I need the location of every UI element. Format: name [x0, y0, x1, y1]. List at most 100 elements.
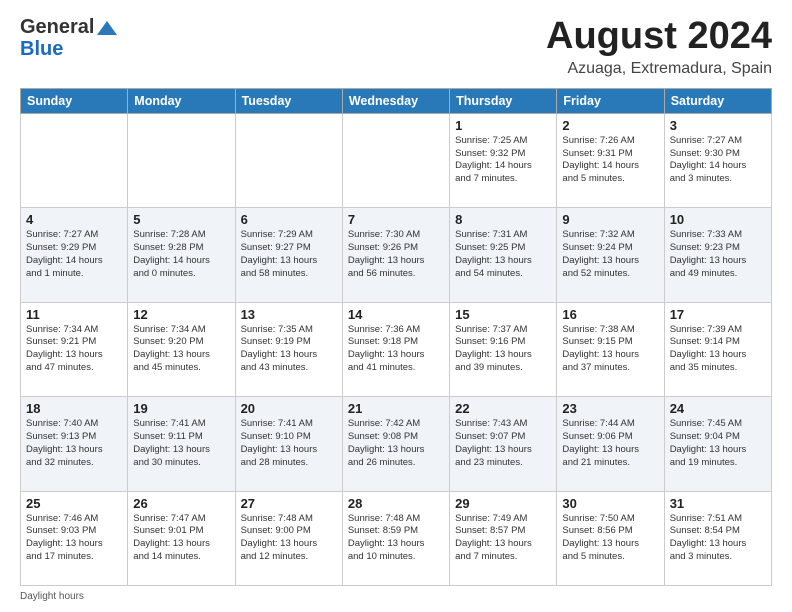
calendar-cell: 31Sunrise: 7:51 AM Sunset: 8:54 PM Dayli…	[664, 491, 771, 585]
calendar-cell: 17Sunrise: 7:39 AM Sunset: 9:14 PM Dayli…	[664, 302, 771, 396]
calendar-cell: 21Sunrise: 7:42 AM Sunset: 9:08 PM Dayli…	[342, 397, 449, 491]
day-info: Sunrise: 7:25 AM Sunset: 9:32 PM Dayligh…	[455, 135, 551, 186]
calendar-cell	[21, 113, 128, 207]
calendar-cell: 5 Sunrise: 7:28 AM Sunset: 9:28 PM Daylig…	[128, 208, 235, 302]
day-number: 20	[241, 401, 337, 416]
day-info: Sunrise: 7:43 AM Sunset: 9:07 PM Dayligh…	[455, 418, 551, 469]
calendar-cell: 10 Sunrise: 7:33 AM Sunset: 9:23 PM Dayli…	[664, 208, 771, 302]
calendar-cell: 4 Sunrise: 7:27 AM Sunset: 9:29 PM Daylig…	[21, 208, 128, 302]
calendar-cell: 15Sunrise: 7:37 AM Sunset: 9:16 PM Dayli…	[450, 302, 557, 396]
calendar-cell: 18 Sunrise: 7:40 AM Sunset: 9:13 PM Dayli…	[21, 397, 128, 491]
calendar-cell: 3 Sunrise: 7:27 AM Sunset: 9:30 PM Daylig…	[664, 113, 771, 207]
calendar-week-row: 25Sunrise: 7:46 AM Sunset: 9:03 PM Dayli…	[21, 491, 772, 585]
day-number: 30	[562, 496, 658, 511]
calendar-cell: 28Sunrise: 7:48 AM Sunset: 8:59 PM Dayli…	[342, 491, 449, 585]
day-info: Sunrise: 7:35 AM Sunset: 9:19 PM Dayligh…	[241, 324, 337, 375]
day-info: Sunrise: 7:44 AM Sunset: 9:06 PM Dayligh…	[562, 418, 658, 469]
day-number: 11	[26, 307, 122, 322]
day-number: 28	[348, 496, 444, 511]
calendar-cell: 23 Sunrise: 7:44 AM Sunset: 9:06 PM Dayli…	[557, 397, 664, 491]
day-number: 14	[348, 307, 444, 322]
day-info: Sunrise: 7:29 AM Sunset: 9:27 PM Dayligh…	[241, 229, 337, 280]
calendar-cell: 22 Sunrise: 7:43 AM Sunset: 9:07 PM Dayli…	[450, 397, 557, 491]
calendar-cell: 1 Sunrise: 7:25 AM Sunset: 9:32 PM Daylig…	[450, 113, 557, 207]
calendar-cell: 20 Sunrise: 7:41 AM Sunset: 9:10 PM Dayli…	[235, 397, 342, 491]
day-info: Sunrise: 7:46 AM Sunset: 9:03 PM Dayligh…	[26, 513, 122, 564]
header: GeneralBlue August 2024 Azuaga, Extremad…	[20, 16, 772, 78]
day-info: Sunrise: 7:41 AM Sunset: 9:10 PM Dayligh…	[241, 418, 337, 469]
day-info: Sunrise: 7:36 AM Sunset: 9:18 PM Dayligh…	[348, 324, 444, 375]
calendar-header-row: SundayMondayTuesdayWednesdayThursdayFrid…	[21, 88, 772, 113]
day-info: Sunrise: 7:32 AM Sunset: 9:24 PM Dayligh…	[562, 229, 658, 280]
day-number: 8	[455, 212, 551, 227]
day-info: Sunrise: 7:31 AM Sunset: 9:25 PM Dayligh…	[455, 229, 551, 280]
day-info: Sunrise: 7:48 AM Sunset: 9:00 PM Dayligh…	[241, 513, 337, 564]
calendar-cell	[128, 113, 235, 207]
calendar-cell: 29 Sunrise: 7:49 AM Sunset: 8:57 PM Dayli…	[450, 491, 557, 585]
day-number: 22	[455, 401, 551, 416]
day-number: 3	[670, 118, 766, 133]
calendar-cell: 2Sunrise: 7:26 AM Sunset: 9:31 PM Daylig…	[557, 113, 664, 207]
day-number: 7	[348, 212, 444, 227]
calendar-cell: 8 Sunrise: 7:31 AM Sunset: 9:25 PM Daylig…	[450, 208, 557, 302]
calendar-cell: 26Sunrise: 7:47 AM Sunset: 9:01 PM Dayli…	[128, 491, 235, 585]
calendar-cell: 7 Sunrise: 7:30 AM Sunset: 9:26 PM Daylig…	[342, 208, 449, 302]
calendar-table: SundayMondayTuesdayWednesdayThursdayFrid…	[20, 88, 772, 586]
day-info: Sunrise: 7:51 AM Sunset: 8:54 PM Dayligh…	[670, 513, 766, 564]
calendar-cell: 11 Sunrise: 7:34 AM Sunset: 9:21 PM Dayli…	[21, 302, 128, 396]
day-info: Sunrise: 7:34 AM Sunset: 9:21 PM Dayligh…	[26, 324, 122, 375]
day-number: 1	[455, 118, 551, 133]
day-number: 9	[562, 212, 658, 227]
calendar-cell: 24 Sunrise: 7:45 AM Sunset: 9:04 PM Dayli…	[664, 397, 771, 491]
col-header-sunday: Sunday	[21, 88, 128, 113]
day-number: 6	[241, 212, 337, 227]
day-info: Sunrise: 7:42 AM Sunset: 9:08 PM Dayligh…	[348, 418, 444, 469]
day-info: Sunrise: 7:34 AM Sunset: 9:20 PM Dayligh…	[133, 324, 229, 375]
main-title: August 2024	[546, 16, 772, 58]
col-header-tuesday: Tuesday	[235, 88, 342, 113]
day-number: 19	[133, 401, 229, 416]
calendar-cell: 12 Sunrise: 7:34 AM Sunset: 9:20 PM Dayli…	[128, 302, 235, 396]
day-number: 12	[133, 307, 229, 322]
day-number: 24	[670, 401, 766, 416]
calendar-cell: 27 Sunrise: 7:48 AM Sunset: 9:00 PM Dayli…	[235, 491, 342, 585]
day-number: 15	[455, 307, 551, 322]
title-block: August 2024 Azuaga, Extremadura, Spain	[546, 16, 772, 78]
logo-text: GeneralBlue	[20, 16, 118, 60]
day-info: Sunrise: 7:33 AM Sunset: 9:23 PM Dayligh…	[670, 229, 766, 280]
calendar-cell: 6 Sunrise: 7:29 AM Sunset: 9:27 PM Daylig…	[235, 208, 342, 302]
day-number: 27	[241, 496, 337, 511]
logo-blue: Blue	[20, 38, 63, 60]
day-number: 23	[562, 401, 658, 416]
day-info: Sunrise: 7:50 AM Sunset: 8:56 PM Dayligh…	[562, 513, 658, 564]
day-number: 5	[133, 212, 229, 227]
calendar-week-row: 1 Sunrise: 7:25 AM Sunset: 9:32 PM Daylig…	[21, 113, 772, 207]
logo: GeneralBlue	[20, 16, 118, 60]
col-header-friday: Friday	[557, 88, 664, 113]
day-number: 18	[26, 401, 122, 416]
day-info: Sunrise: 7:40 AM Sunset: 9:13 PM Dayligh…	[26, 418, 122, 469]
day-info: Sunrise: 7:27 AM Sunset: 9:29 PM Dayligh…	[26, 229, 122, 280]
day-number: 2	[562, 118, 658, 133]
day-info: Sunrise: 7:38 AM Sunset: 9:15 PM Dayligh…	[562, 324, 658, 375]
day-number: 29	[455, 496, 551, 511]
calendar-cell: 30 Sunrise: 7:50 AM Sunset: 8:56 PM Dayli…	[557, 491, 664, 585]
calendar-cell: 13Sunrise: 7:35 AM Sunset: 9:19 PM Dayli…	[235, 302, 342, 396]
col-header-wednesday: Wednesday	[342, 88, 449, 113]
day-info: Sunrise: 7:39 AM Sunset: 9:14 PM Dayligh…	[670, 324, 766, 375]
day-info: Sunrise: 7:28 AM Sunset: 9:28 PM Dayligh…	[133, 229, 229, 280]
col-header-monday: Monday	[128, 88, 235, 113]
day-info: Sunrise: 7:45 AM Sunset: 9:04 PM Dayligh…	[670, 418, 766, 469]
day-info: Sunrise: 7:47 AM Sunset: 9:01 PM Dayligh…	[133, 513, 229, 564]
col-header-thursday: Thursday	[450, 88, 557, 113]
calendar-cell	[342, 113, 449, 207]
day-number: 10	[670, 212, 766, 227]
day-number: 4	[26, 212, 122, 227]
calendar-cell: 16Sunrise: 7:38 AM Sunset: 9:15 PM Dayli…	[557, 302, 664, 396]
day-info: Sunrise: 7:27 AM Sunset: 9:30 PM Dayligh…	[670, 135, 766, 186]
col-header-saturday: Saturday	[664, 88, 771, 113]
calendar-cell	[235, 113, 342, 207]
calendar-week-row: 18 Sunrise: 7:40 AM Sunset: 9:13 PM Dayli…	[21, 397, 772, 491]
day-info: Sunrise: 7:49 AM Sunset: 8:57 PM Dayligh…	[455, 513, 551, 564]
day-info: Sunrise: 7:30 AM Sunset: 9:26 PM Dayligh…	[348, 229, 444, 280]
